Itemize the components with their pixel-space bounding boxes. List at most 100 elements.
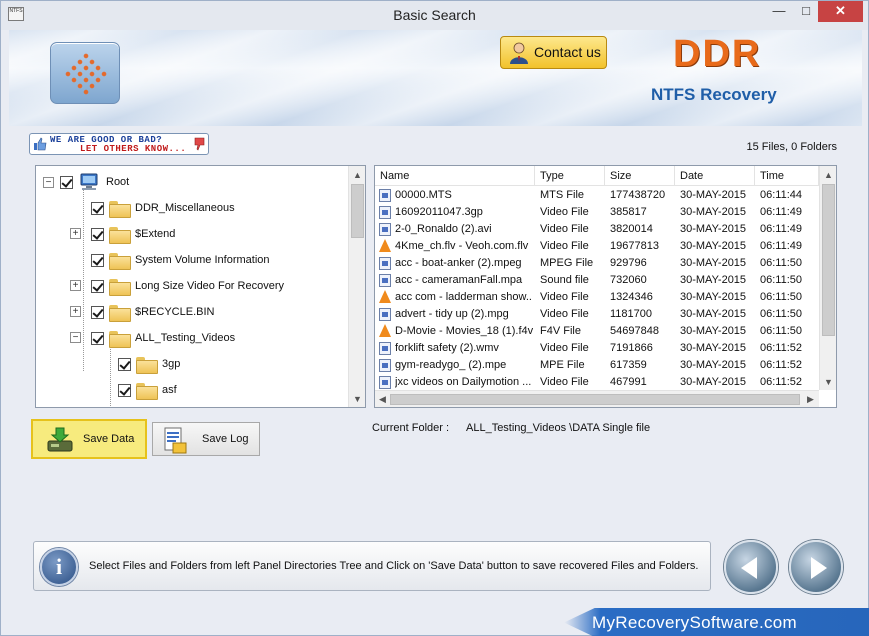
table-row[interactable]: 4Kme_ch.flv - Veoh.com.flv Video File 1967… (375, 238, 819, 255)
tree-item-extend[interactable]: + $Extend (70, 224, 176, 244)
scroll-left-icon[interactable]: ◀ (377, 393, 388, 405)
feedback-banner[interactable]: WE ARE GOOD OR BAD? LET OTHERS KNOW... (29, 133, 209, 155)
tree-item-root[interactable]: − Root (43, 172, 129, 192)
tree-item-ddr-misc[interactable]: DDR_Miscellaneous (91, 198, 235, 218)
save-log-label: Save Log (202, 433, 249, 445)
tree-item-recycle-bin[interactable]: + $RECYCLE.BIN (70, 302, 214, 322)
tree-checkbox[interactable] (91, 253, 104, 267)
table-row[interactable]: jxc videos on Dailymotion ... Video File 4… (375, 374, 819, 391)
table-row[interactable]: gym-readygo_ (2).mpe MPE File 617359 30-MAY… (375, 357, 819, 374)
tree-checkbox[interactable] (91, 201, 104, 215)
file-list[interactable]: Name Type Size Date Time 00000.MTS MTS Fi… (374, 165, 837, 408)
table-row[interactable]: acc - cameramanFall.mpa Sound file 732060 3… (375, 272, 819, 289)
cell-type: Video File (540, 206, 589, 218)
cell-name: gym-readygo_ (2).mpe (395, 359, 507, 371)
maximize-button[interactable]: □ (795, 1, 817, 22)
column-header-time[interactable]: Time (755, 166, 819, 186)
website-link[interactable]: MyRecoverySoftware.com (592, 613, 797, 633)
cell-size: 54697848 (610, 325, 659, 337)
tree-checkbox[interactable] (91, 279, 104, 293)
scroll-up-icon[interactable]: ▲ (823, 169, 834, 181)
collapse-icon[interactable]: − (70, 332, 81, 343)
scrollbar-thumb[interactable] (822, 184, 835, 336)
tree-item-system-volume[interactable]: System Volume Information (91, 250, 270, 270)
scrollbar-thumb[interactable] (351, 184, 364, 238)
cell-size: 7191866 (610, 342, 653, 354)
scroll-right-icon[interactable]: ▶ (805, 393, 816, 405)
back-button[interactable] (724, 540, 778, 594)
save-log-button[interactable]: Save Log (152, 422, 260, 456)
table-row[interactable]: acc - boat-anker (2).mpeg MPEG File 929796… (375, 255, 819, 272)
tree-scrollbar[interactable]: ▲ ▼ (348, 166, 365, 407)
app-window: NTFS Basic Search — □ ✕ Contact us DDR N… (0, 0, 869, 636)
tree-checkbox[interactable] (118, 357, 131, 371)
cell-time: 06:11:52 (760, 376, 803, 388)
cell-size: 177438720 (610, 189, 666, 201)
cell-time: 06:11:50 (760, 257, 803, 269)
tree-item-asf[interactable]: asf (118, 380, 177, 400)
tree-item-label: $Extend (135, 228, 176, 240)
next-button[interactable] (789, 540, 843, 594)
column-header-date[interactable]: Date (675, 166, 755, 186)
video-file-icon (379, 206, 391, 219)
vlc-file-icon (379, 239, 391, 252)
table-row[interactable]: acc com - ladderman show... Video File 132… (375, 289, 819, 306)
cell-date: 30-MAY-2015 (680, 274, 747, 286)
cell-name: acc com - ladderman show... (395, 291, 533, 303)
tree-item-3gp[interactable]: 3gp (118, 354, 180, 374)
column-header-type[interactable]: Type (535, 166, 605, 186)
table-row[interactable]: forklift safety (2).wmv Video File 7191866… (375, 340, 819, 357)
minimize-button[interactable]: — (768, 1, 790, 22)
save-data-button[interactable]: Save Data (31, 419, 147, 459)
table-row[interactable]: D-Movie - Movies_18 (1).f4v F4V File 54697… (375, 323, 819, 340)
tree-checkbox[interactable] (118, 383, 131, 397)
cell-type: MTS File (540, 189, 584, 201)
scrollbar-thumb[interactable] (390, 394, 800, 405)
cell-size: 732060 (610, 274, 647, 286)
file-list-hscrollbar[interactable]: ◀ ▶ (375, 390, 819, 407)
scroll-down-icon[interactable]: ▼ (823, 376, 834, 388)
scroll-up-icon[interactable]: ▲ (352, 169, 363, 181)
cell-size: 467991 (610, 376, 647, 388)
close-button[interactable]: ✕ (818, 1, 863, 22)
save-drive-icon (47, 427, 73, 452)
tree-connector (83, 190, 84, 371)
save-data-label: Save Data (83, 433, 135, 445)
video-file-icon (379, 257, 391, 270)
collapse-icon[interactable]: − (43, 176, 54, 188)
expand-icon[interactable]: + (70, 280, 81, 291)
cell-size: 1324346 (610, 291, 653, 303)
cell-name: 2-0_Ronaldo (2).avi (395, 223, 492, 235)
tree-item-all-testing-videos[interactable]: − ALL_Testing_Videos (70, 328, 235, 348)
table-row[interactable]: 16092011047.3gp Video File 385817 30-MAY-20… (375, 204, 819, 221)
tree-checkbox[interactable] (91, 227, 104, 241)
root-checkbox[interactable] (60, 175, 73, 189)
file-list-vscrollbar[interactable]: ▲ ▼ (819, 166, 836, 390)
folder-icon (136, 382, 158, 400)
cell-date: 30-MAY-2015 (680, 223, 747, 235)
info-message: Select Files and Folders from left Panel… (89, 560, 699, 572)
website-banner[interactable]: MyRecoverySoftware.com (564, 608, 869, 636)
tree-checkbox[interactable] (91, 331, 104, 345)
column-header-size[interactable]: Size (605, 166, 675, 186)
directory-tree[interactable]: − Root DDR_Miscellaneous + $Extend Syste… (35, 165, 366, 408)
table-row[interactable]: 2-0_Ronaldo (2).avi Video File 3820014 30-M… (375, 221, 819, 238)
cell-name: acc - cameramanFall.mpa (395, 274, 523, 286)
column-header-name[interactable]: Name (375, 166, 535, 186)
contact-us-button[interactable]: Contact us (500, 36, 607, 69)
tree-checkbox[interactable] (91, 305, 104, 319)
video-file-icon (379, 308, 391, 321)
expand-icon[interactable]: + (70, 306, 81, 317)
table-row[interactable]: 00000.MTS MTS File 177438720 30-MAY-2015 06:… (375, 187, 819, 204)
cell-date: 30-MAY-2015 (680, 240, 747, 252)
cell-time: 06:11:50 (760, 325, 803, 337)
cell-type: Video File (540, 291, 589, 303)
feedback-call: LET OTHERS KNOW... (80, 144, 187, 154)
table-row[interactable]: advert - tidy up (2).mpg Video File 118170… (375, 306, 819, 323)
tree-item-long-size-video[interactable]: + Long Size Video For Recovery (70, 276, 284, 296)
tree-connector (110, 346, 111, 406)
scroll-down-icon[interactable]: ▼ (352, 393, 363, 405)
expand-icon[interactable]: + (70, 228, 81, 239)
logo-pattern-icon (61, 49, 111, 99)
file-list-header: Name Type Size Date Time (375, 166, 819, 186)
